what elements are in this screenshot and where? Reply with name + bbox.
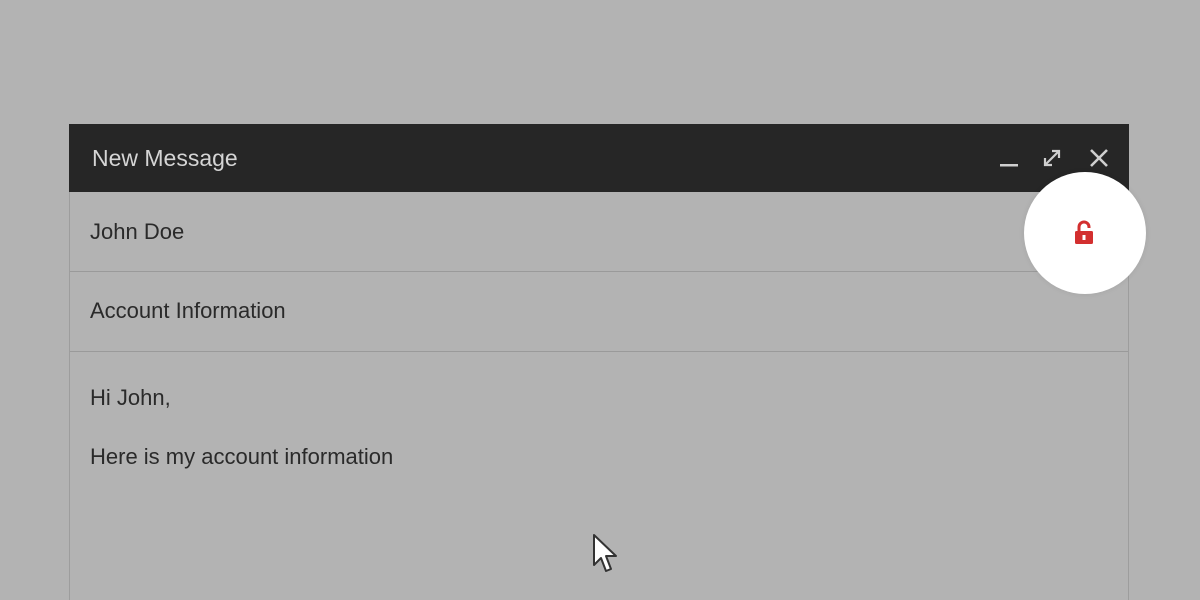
subject-field[interactable]: Account Information xyxy=(70,272,1128,352)
minimize-icon[interactable] xyxy=(997,146,1021,170)
body-line: Hi John, xyxy=(90,385,171,410)
compose-window: New Message John Doe Account Information xyxy=(69,124,1129,600)
mouse-pointer-icon xyxy=(592,533,618,575)
compose-titlebar[interactable]: New Message xyxy=(69,124,1129,192)
recipient-chip[interactable]: John Doe xyxy=(90,218,184,246)
body-line: Here is my account information xyxy=(90,444,394,469)
window-title: New Message xyxy=(92,145,238,171)
lock-highlight xyxy=(1024,172,1146,294)
close-icon[interactable] xyxy=(1087,146,1111,170)
unlocked-padlock-icon[interactable] xyxy=(1073,220,1095,246)
expand-icon[interactable] xyxy=(1040,146,1064,170)
subject-text: Account Information xyxy=(90,298,286,323)
to-field[interactable]: John Doe xyxy=(70,192,1128,272)
